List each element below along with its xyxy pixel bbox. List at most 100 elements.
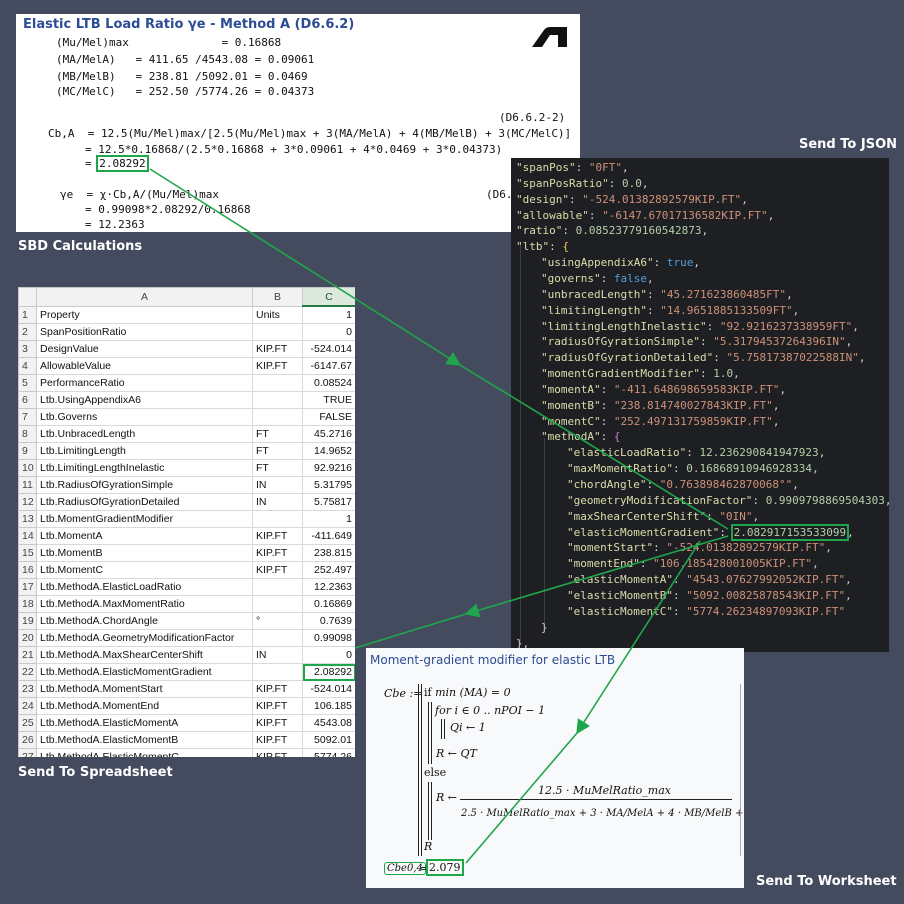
sheet-cell[interactable]: -524.014: [302, 680, 355, 698]
sheet-cell[interactable]: Property: [36, 305, 253, 324]
sheet-cell[interactable]: Ltb.MethodA.ChordAngle: [36, 612, 253, 630]
sheet-cell[interactable]: TRUE: [302, 391, 355, 409]
sheet-cell[interactable]: FT: [252, 442, 303, 460]
row-number[interactable]: 20: [18, 629, 37, 647]
row-number[interactable]: 5: [18, 374, 37, 392]
row-number[interactable]: 3: [18, 340, 37, 358]
row-number[interactable]: 27: [18, 748, 37, 757]
sheet-cell[interactable]: 238.815: [302, 544, 355, 562]
sheet-cell[interactable]: 92.9216: [302, 459, 355, 477]
sheet-cell[interactable]: -6147.67: [302, 357, 355, 375]
sheet-cell[interactable]: 5092.01: [302, 731, 355, 749]
sheet-cell[interactable]: Units: [252, 305, 303, 324]
sheet-cell[interactable]: KIP.FT: [252, 748, 303, 757]
sheet-cell[interactable]: KIP.FT: [252, 714, 303, 732]
sheet-cell[interactable]: SpanPositionRatio: [36, 323, 253, 341]
sheet-cell[interactable]: KIP.FT: [252, 544, 303, 562]
row-number[interactable]: 8: [18, 425, 37, 443]
sheet-cell[interactable]: Ltb.MethodA.MomentEnd: [36, 697, 253, 715]
sheet-cell[interactable]: 0.16869: [302, 595, 355, 613]
sheet-cell[interactable]: 0: [302, 646, 355, 664]
spreadsheet-panel[interactable]: A B C 1 Property Units 1 2 SpanPositionRatio 0 3 De…: [18, 287, 355, 757]
sheet-cell[interactable]: KIP.FT: [252, 357, 303, 375]
row-number[interactable]: 1: [18, 305, 37, 324]
sheet-cell[interactable]: 5.75817: [302, 493, 355, 511]
sheet-cell[interactable]: 0.99098: [302, 629, 355, 647]
sheet-cell[interactable]: 1: [302, 510, 355, 528]
sheet-cell[interactable]: Ltb.RadiusOfGyrationDetailed: [36, 493, 253, 511]
row-number[interactable]: 16: [18, 561, 37, 579]
sheet-cell[interactable]: Ltb.UsingAppendixA6: [36, 391, 253, 409]
worksheet-panel[interactable]: Moment-gradient modifier for elastic LTB…: [366, 648, 744, 888]
sheet-cell[interactable]: Ltb.MethodA.ElasticMomentB: [36, 731, 253, 749]
sheet-cell[interactable]: 106.185: [302, 697, 355, 715]
sheet-cell[interactable]: 5.31795: [302, 476, 355, 494]
sheet-cell[interactable]: [252, 595, 303, 613]
sheet-cell[interactable]: 252.497: [302, 561, 355, 579]
row-number[interactable]: 6: [18, 391, 37, 409]
sheet-cell[interactable]: Ltb.MomentA: [36, 527, 253, 545]
column-header[interactable]: B: [252, 287, 303, 307]
row-number[interactable]: 13: [18, 510, 37, 528]
sheet-cell[interactable]: Ltb.LimitingLength: [36, 442, 253, 460]
sheet-cell[interactable]: Ltb.MethodA.ElasticLoadRatio: [36, 578, 253, 596]
row-number[interactable]: 2: [18, 323, 37, 341]
sheet-cell[interactable]: Ltb.Governs: [36, 408, 253, 426]
sheet-cell[interactable]: [252, 578, 303, 596]
sheet-cell[interactable]: [252, 510, 303, 528]
sheet-cell[interactable]: 5774.26: [302, 748, 355, 757]
sheet-cell[interactable]: [252, 663, 303, 681]
sheet-cell[interactable]: KIP.FT: [252, 731, 303, 749]
sheet-cell[interactable]: KIP.FT: [252, 697, 303, 715]
sheet-cell[interactable]: Ltb.RadiusOfGyrationSimple: [36, 476, 253, 494]
row-number[interactable]: 18: [18, 595, 37, 613]
column-header[interactable]: C: [302, 287, 355, 307]
row-number[interactable]: 21: [18, 646, 37, 664]
sheet-cell[interactable]: KIP.FT: [252, 340, 303, 358]
sheet-cell[interactable]: 0: [302, 323, 355, 341]
sheet-cell[interactable]: [252, 408, 303, 426]
sheet-cell[interactable]: 14.9652: [302, 442, 355, 460]
sheet-cell[interactable]: Ltb.MomentC: [36, 561, 253, 579]
sheet-cell[interactable]: [252, 391, 303, 409]
sheet-cell[interactable]: 4543.08: [302, 714, 355, 732]
sheet-cell[interactable]: KIP.FT: [252, 527, 303, 545]
sheet-cell[interactable]: IN: [252, 493, 303, 511]
sheet-cell[interactable]: -411.649: [302, 527, 355, 545]
sheet-cell[interactable]: 12.2363: [302, 578, 355, 596]
sheet-cell[interactable]: [252, 323, 303, 341]
row-number[interactable]: 11: [18, 476, 37, 494]
row-number[interactable]: 12: [18, 493, 37, 511]
sheet-cell[interactable]: DesignValue: [36, 340, 253, 358]
json-viewer-panel[interactable]: "spanPos": "0FT", "spanPosRatio": 0.0, "de…: [511, 158, 889, 652]
sheet-cell[interactable]: 1: [302, 305, 355, 324]
sheet-cell[interactable]: -524.014: [302, 340, 355, 358]
sheet-cell[interactable]: Ltb.MethodA.ElasticMomentC: [36, 748, 253, 757]
sheet-cell[interactable]: Ltb.UnbracedLength: [36, 425, 253, 443]
sheet-cell[interactable]: IN: [252, 476, 303, 494]
sheet-cell[interactable]: [252, 629, 303, 647]
sheet-cell[interactable]: Ltb.MomentB: [36, 544, 253, 562]
row-number[interactable]: 25: [18, 714, 37, 732]
row-number[interactable]: 15: [18, 544, 37, 562]
sheet-cell[interactable]: Ltb.MethodA.GeometryModificationFactor: [36, 629, 253, 647]
sheet-cell[interactable]: °: [252, 612, 303, 630]
row-number[interactable]: 4: [18, 357, 37, 375]
sheet-cell[interactable]: FALSE: [302, 408, 355, 426]
sheet-cell[interactable]: KIP.FT: [252, 561, 303, 579]
sheet-cell[interactable]: Ltb.MethodA.MomentStart: [36, 680, 253, 698]
row-number[interactable]: 22: [18, 663, 37, 681]
sheet-cell[interactable]: FT: [252, 459, 303, 477]
row-number[interactable]: 26: [18, 731, 37, 749]
row-number[interactable]: 7: [18, 408, 37, 426]
sheet-cell[interactable]: PerformanceRatio: [36, 374, 253, 392]
sheet-cell[interactable]: Ltb.MethodA.MaxMomentRatio: [36, 595, 253, 613]
sheet-cell[interactable]: [252, 374, 303, 392]
sheet-cell[interactable]: AllowableValue: [36, 357, 253, 375]
row-number[interactable]: 24: [18, 697, 37, 715]
sheet-cell[interactable]: Ltb.MethodA.ElasticMomentGradient: [36, 663, 253, 681]
sheet-cell[interactable]: FT: [252, 425, 303, 443]
sheet-cell[interactable]: 0.08524: [302, 374, 355, 392]
row-number[interactable]: 23: [18, 680, 37, 698]
sheet-cell[interactable]: 45.2716: [302, 425, 355, 443]
